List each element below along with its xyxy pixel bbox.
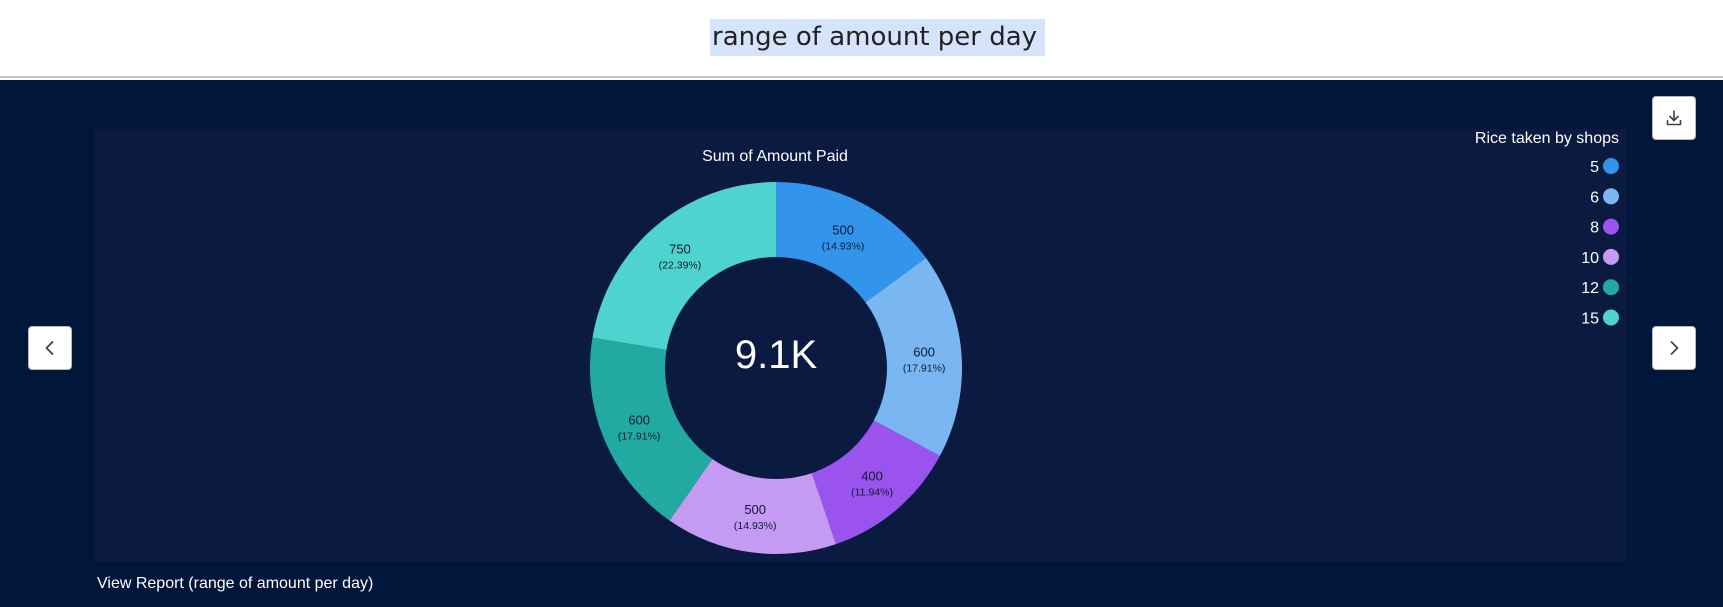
slice-value-label: 500 bbox=[832, 223, 854, 238]
legend-swatch bbox=[1603, 158, 1619, 174]
legend-label: 12 bbox=[1581, 280, 1599, 297]
legend-item-5[interactable]: 5 bbox=[1590, 158, 1619, 176]
legend-swatch bbox=[1603, 279, 1619, 296]
next-chart-button[interactable] bbox=[1652, 326, 1696, 370]
chart-title: Sum of Amount Paid bbox=[702, 148, 848, 165]
legend-swatch bbox=[1603, 188, 1619, 205]
legend-label: 10 bbox=[1581, 250, 1599, 267]
chart-stage: Sum of Amount Paid 500 (14.93%) 600 (17.91%… bbox=[0, 80, 1723, 607]
slice-value-label: 750 bbox=[669, 242, 691, 257]
chevron-right-icon bbox=[1670, 341, 1679, 355]
slice-percent-label: (14.93%) bbox=[734, 520, 777, 532]
download-button[interactable] bbox=[1652, 96, 1696, 140]
slice-percent-label: (22.39%) bbox=[659, 260, 702, 272]
slice-value-label: 600 bbox=[628, 413, 650, 428]
page-title: range of amount per day bbox=[710, 19, 1046, 56]
chevron-left-icon bbox=[45, 341, 54, 355]
center-total: 9.1K bbox=[735, 333, 818, 377]
slice-percent-label: (14.93%) bbox=[822, 241, 865, 253]
slice-percent-label: (11.94%) bbox=[851, 486, 893, 498]
legend-swatch bbox=[1603, 248, 1619, 265]
legend-label: 15 bbox=[1581, 311, 1599, 328]
legend-label: 5 bbox=[1590, 159, 1599, 176]
legend-label: 8 bbox=[1590, 220, 1599, 237]
header-bar: range of amount per day bbox=[0, 0, 1723, 78]
legend-item-8[interactable]: 8 bbox=[1590, 218, 1619, 237]
legend-item-6[interactable]: 6 bbox=[1590, 188, 1619, 206]
view-report-link[interactable]: View Report (range of amount per day) bbox=[97, 575, 373, 593]
slice-value-label: 500 bbox=[744, 502, 766, 517]
slice-value-label: 600 bbox=[913, 345, 935, 360]
slice-percent-label: (17.91%) bbox=[903, 363, 946, 375]
legend-swatch bbox=[1603, 309, 1619, 326]
slice-value-label: 400 bbox=[861, 468, 883, 483]
legend-label: 6 bbox=[1590, 189, 1599, 206]
legend-title: Rice taken by shops bbox=[1475, 130, 1619, 147]
previous-chart-button[interactable] bbox=[28, 326, 72, 370]
legend-item-10[interactable]: 10 bbox=[1581, 248, 1619, 267]
legend-item-15[interactable]: 15 bbox=[1581, 309, 1619, 328]
legend-item-12[interactable]: 12 bbox=[1581, 279, 1619, 297]
download-icon bbox=[1666, 110, 1682, 126]
slice-percent-label: (17.91%) bbox=[618, 431, 661, 443]
donut-chart: Sum of Amount Paid 500 (14.93%) 600 (17.91%… bbox=[589, 130, 1619, 554]
legend-swatch bbox=[1603, 218, 1619, 235]
